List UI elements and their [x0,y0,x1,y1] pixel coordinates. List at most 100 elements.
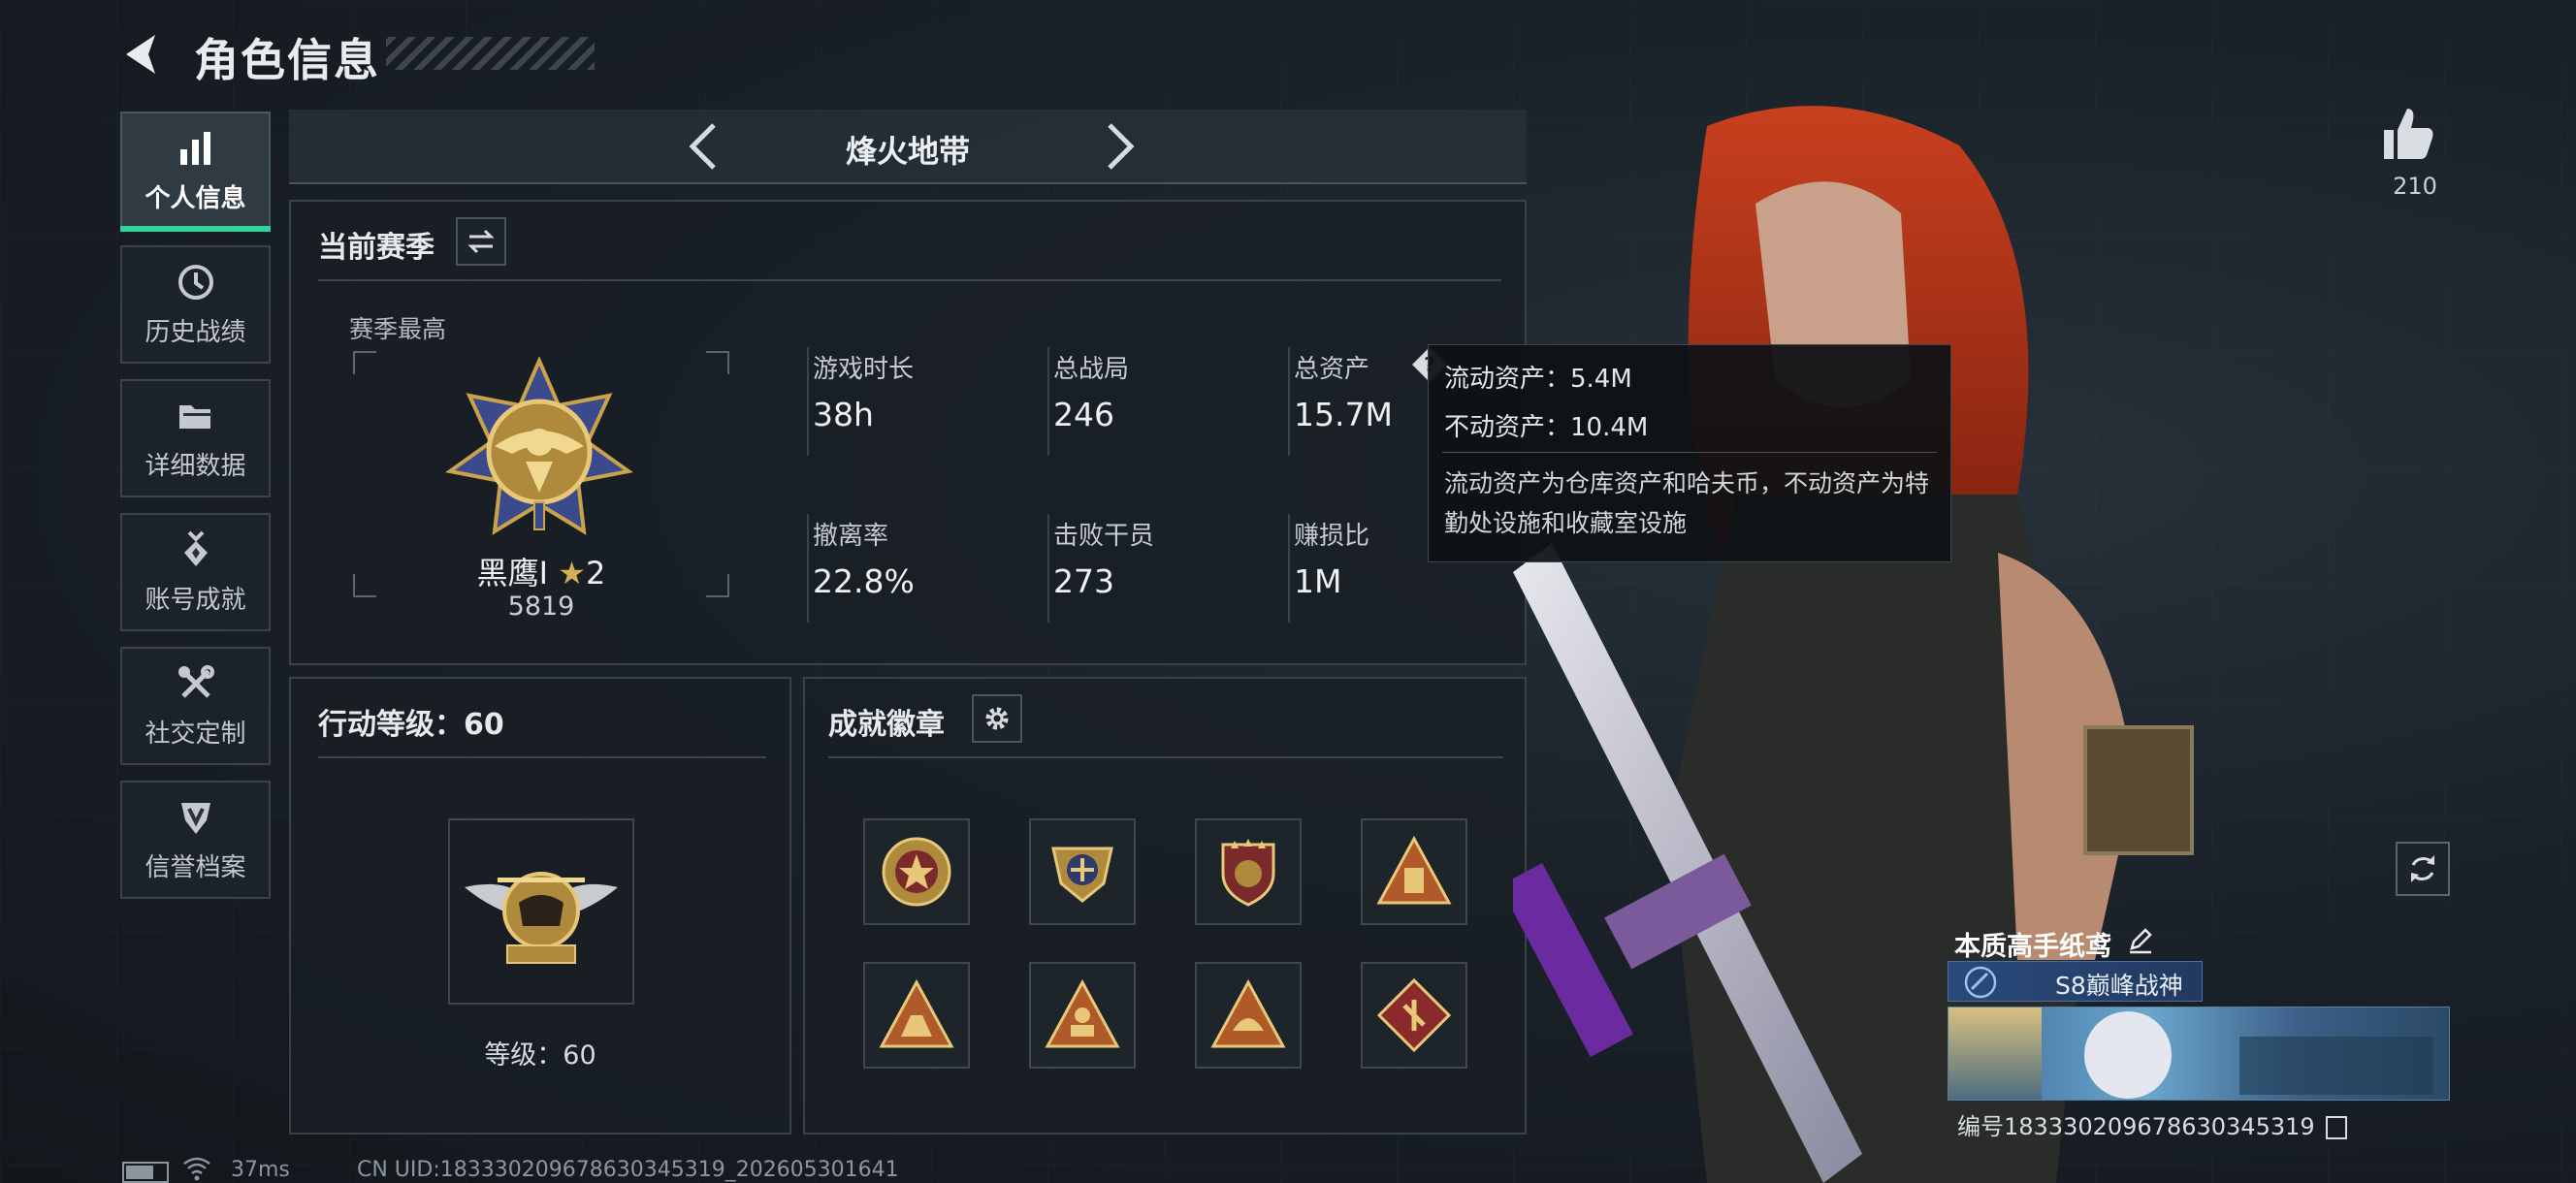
achievement-badge[interactable] [1195,962,1302,1069]
sidebar-item-label: 详细数据 [145,451,246,481]
stat-value: 22.8% [813,562,915,600]
sidebar-item-social[interactable]: 社交定制 [120,647,271,765]
rank-stars: 2 [585,555,606,592]
stat-value: 15.7M [1294,396,1393,433]
page-title: 角色信息 [194,34,380,86]
fixed-assets-text: 不动资产：10.4M [1444,413,1649,442]
swap-season-button[interactable] [456,217,506,266]
stat-label: 总资产 [1294,355,1370,384]
rank-label: 黑鹰I ★2 [436,549,646,593]
stat-divider [1047,347,1049,456]
sidebar-item-credit[interactable]: 信誉档案 [120,781,271,899]
player-card-banner[interactable] [1948,1007,2450,1101]
helicopter-emblem-icon [465,872,618,964]
mode-selector: 烽火地带 [289,110,1527,184]
achievement-badge[interactable] [1361,818,1467,925]
uid-text: CN UID:183330209678630345319_20260530164… [357,1158,899,1182]
card-scene-art [2239,1037,2433,1095]
star-badge-icon [882,837,951,907]
rank-emblem-icon [445,357,633,535]
diamond-badge-icon [1376,977,1452,1053]
swap-icon [467,229,495,254]
sidebar-item-achievements[interactable]: 账号成就 [120,513,271,631]
sidebar-item-label: 个人信息 [145,183,246,213]
shield-icon [180,802,210,834]
battery-icon [122,1162,169,1183]
action-level-panel: 行动等级：60 等级：60 [289,677,791,1135]
rotate-character-button[interactable] [2396,842,2450,896]
chevron-right-icon[interactable] [1090,119,1144,174]
sidebar-item-personal-info[interactable]: 个人信息 [120,112,271,232]
wing-badge-icon [1051,847,1113,903]
season-title: 当前赛季 [318,231,435,265]
mode-title: 烽火地带 [845,133,970,170]
player-id: 编号1833302096786303453​19 [1957,1107,2348,1141]
sidebar-item-label: 账号成就 [145,585,246,615]
sidebar-item-label: 社交定制 [145,719,246,749]
divider [828,756,1503,758]
stat-value: 246 [1053,396,1114,433]
card-character-art [2084,1011,2172,1099]
stat-divider [1288,347,1290,456]
title-decoration [386,37,595,70]
stat-label: 总战局 [1053,355,1130,384]
sidebar-item-history[interactable]: 历史战绩 [120,245,271,364]
level-text: 等级：60 [484,1040,596,1071]
stat-label: 击败干员 [1053,522,1155,551]
gear-icon [985,707,1009,730]
thumbs-up-icon[interactable] [2378,105,2436,163]
season-best-label: 赛季最高 [349,315,447,343]
back-arrow-icon[interactable] [116,27,171,81]
level-emblem-frame [448,818,634,1005]
edit-icon[interactable] [2126,925,2155,954]
achievement-badge[interactable] [1195,818,1302,925]
clock-icon [177,264,213,300]
achievements-title: 成就徽章 [828,708,945,742]
achievement-badge[interactable] [863,962,970,1069]
like-count: 210 [2393,173,2437,200]
rank-name: 黑鹰I [476,555,549,592]
player-title-badge[interactable]: S8巅峰战神 [1948,961,2203,1002]
stat-divider [807,514,809,623]
rank-score: 5819 [507,592,575,622]
achievement-badge[interactable] [1029,818,1136,925]
tooltip-description: 流动资产为仓库资产和哈夫币，不动资产为特勤处设施和收藏室设施 [1444,469,1930,537]
achievement-badge[interactable] [1029,962,1136,1069]
achievements-panel: 成就徽章 [803,677,1527,1135]
medal-icon [183,530,208,566]
refresh-icon [2411,855,2434,882]
stat-divider [1047,514,1049,623]
bar-chart-icon [179,131,210,165]
sidebar-item-label: 历史战绩 [145,317,246,347]
stat-value: 273 [1053,562,1114,600]
folder-icon [178,404,212,429]
stat-label: 撤离率 [813,522,889,551]
sidebar-item-label: 信誉档案 [145,852,246,882]
achievement-badge[interactable] [863,818,970,925]
copy-icon[interactable] [2326,1116,2348,1139]
achievements-settings-button[interactable] [972,694,1022,743]
action-level-title: 行动等级：60 [318,708,504,742]
stat-value: 1M [1294,562,1342,600]
divider [318,279,1501,281]
sidebar-item-details[interactable]: 详细数据 [120,379,271,497]
liquid-assets-text: 流动资产：5.4M [1444,365,1632,394]
player-title-text: S8巅峰战神 [2055,972,2183,1000]
achievement-badge[interactable] [1361,962,1467,1069]
card-avatar-left [1948,1007,2042,1100]
season-panel: 当前赛季 赛季最高 黑鹰I ★2 5819 游戏时长 38h 总战局 246 总… [289,200,1527,665]
stat-label: 赚损比 [1294,522,1370,551]
triangle-badge-icon [1210,978,1286,1048]
star-icon: ★ [558,555,586,592]
tooltip-divider [1442,452,1937,453]
ping-text: 37ms [231,1158,290,1182]
stat-divider [1288,514,1290,623]
wrench-icon [177,664,214,698]
player-name: 本质高手纸鸢 [1954,932,2111,962]
triangle-badge-icon [879,978,954,1048]
title-emblem-icon [1964,966,1997,999]
wifi-icon [183,1157,210,1181]
stat-value: 38h [813,396,874,433]
divider [318,756,766,758]
triangle-badge-icon [1045,978,1120,1048]
